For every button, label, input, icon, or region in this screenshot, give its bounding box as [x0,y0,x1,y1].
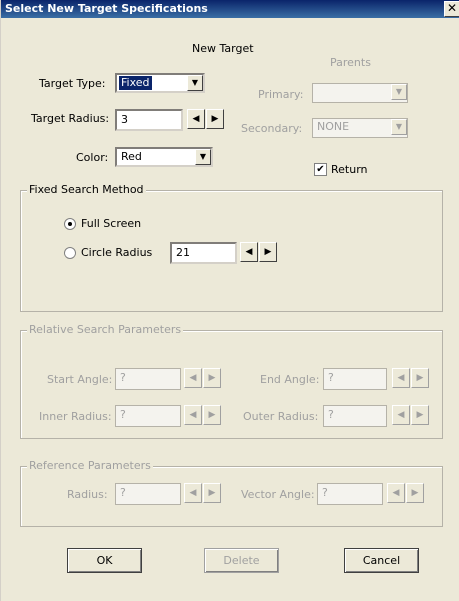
arrow-right-icon: ▶ [416,410,424,420]
target-radius-label: Target Radius: [31,112,110,125]
outer-radius-input[interactable]: ? [323,405,387,427]
return-checkbox[interactable]: ✔ [314,163,327,176]
inner-radius-label: Inner Radius: [39,410,112,423]
title-bar: Select New Target Specifications ✕ [1,0,459,18]
primary-select[interactable]: ▼ [312,83,408,103]
inner-radius-increment[interactable]: ▶ [203,405,221,425]
arrow-right-icon: ▶ [208,373,216,383]
arrow-left-icon: ◀ [189,488,197,498]
end-angle-decrement[interactable]: ◀ [392,368,410,388]
arrow-left-icon: ◀ [245,247,253,257]
arrow-left-icon: ◀ [189,410,197,420]
outer-radius-label: Outer Radius: [243,410,319,423]
arrow-left-icon: ◀ [192,114,200,124]
outer-radius-increment[interactable]: ▶ [411,405,429,425]
arrow-left-icon: ◀ [189,373,197,383]
secondary-select[interactable]: NONE ▼ [312,118,408,138]
delete-button[interactable]: Delete [204,548,279,573]
radius-decrement[interactable]: ◀ [184,483,202,503]
relative-search-title: Relative Search Parameters [27,323,184,336]
ok-button[interactable]: OK [67,548,142,573]
close-button[interactable]: ✕ [444,1,459,17]
check-icon: ✔ [316,164,325,175]
vector-angle-increment[interactable]: ▶ [406,483,424,503]
parents-heading: Parents [330,56,371,69]
arrow-right-icon: ▶ [208,410,216,420]
new-target-heading: New Target [192,42,254,55]
end-angle-input[interactable]: ? [323,368,387,390]
color-label: Color: [76,151,109,164]
secondary-label: Secondary: [241,122,303,135]
target-type-label: Target Type: [39,77,106,90]
return-label: Return [331,163,368,176]
vector-angle-input[interactable]: ? [317,483,383,505]
end-angle-increment[interactable]: ▶ [411,368,429,388]
target-type-select[interactable]: Fixed ▼ [115,73,205,93]
dialog-window: Select New Target Specifications ✕ New T… [0,0,459,601]
target-type-value: Fixed [119,76,152,90]
start-angle-input[interactable]: ? [115,368,181,390]
circle-radius-decrement[interactable]: ◀ [240,242,258,262]
circle-radius-input[interactable]: 21 [170,242,237,264]
radius-label: Radius: [67,488,108,501]
chevron-down-icon[interactable]: ▼ [391,119,407,135]
chevron-down-icon[interactable]: ▼ [195,149,211,165]
color-value: Red [121,150,142,163]
target-radius-decrement[interactable]: ◀ [187,109,205,129]
vector-angle-label: Vector Angle: [241,488,315,501]
close-icon: ✕ [446,1,458,15]
arrow-right-icon: ▶ [211,114,219,124]
circle-radius-increment[interactable]: ▶ [259,242,277,262]
arrow-right-icon: ▶ [208,488,216,498]
arrow-left-icon: ◀ [397,410,405,420]
secondary-value: NONE [317,120,350,133]
arrow-right-icon: ▶ [416,373,424,383]
circle-radius-label: Circle Radius [81,246,153,259]
radius-input[interactable]: ? [115,483,181,505]
reference-title: Reference Parameters [27,459,153,472]
radius-increment[interactable]: ▶ [203,483,221,503]
inner-radius-decrement[interactable]: ◀ [184,405,202,425]
vector-angle-decrement[interactable]: ◀ [387,483,405,503]
target-radius-input[interactable]: 3 [115,109,183,131]
circle-radius-radio[interactable] [64,247,76,259]
start-angle-label: Start Angle: [47,373,113,386]
start-angle-decrement[interactable]: ◀ [184,368,202,388]
window-title: Select New Target Specifications [5,2,208,15]
color-select[interactable]: Red ▼ [115,147,213,167]
start-angle-increment[interactable]: ▶ [203,368,221,388]
inner-radius-input[interactable]: ? [115,405,181,427]
full-screen-label: Full Screen [81,217,142,230]
chevron-down-icon[interactable]: ▼ [391,84,407,100]
fixed-search-title: Fixed Search Method [27,183,146,196]
outer-radius-decrement[interactable]: ◀ [392,405,410,425]
end-angle-label: End Angle: [260,373,320,386]
arrow-left-icon: ◀ [397,373,405,383]
target-radius-increment[interactable]: ▶ [206,109,224,129]
full-screen-radio[interactable] [64,218,76,230]
primary-label: Primary: [258,88,304,101]
arrow-right-icon: ▶ [264,247,272,257]
arrow-left-icon: ◀ [392,488,400,498]
cancel-button[interactable]: Cancel [344,548,419,573]
arrow-right-icon: ▶ [411,488,419,498]
chevron-down-icon[interactable]: ▼ [187,75,203,91]
